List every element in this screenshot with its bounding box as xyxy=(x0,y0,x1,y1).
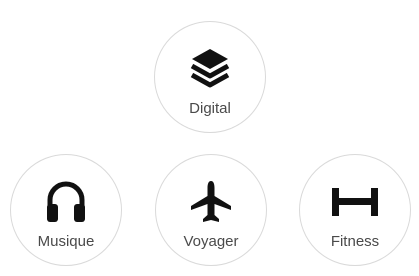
category-voyager[interactable]: Voyager xyxy=(155,154,267,266)
airplane-icon xyxy=(186,177,236,227)
category-digital[interactable]: Digital xyxy=(154,21,266,133)
category-label: Voyager xyxy=(183,233,239,250)
headphones-icon xyxy=(41,177,91,227)
category-label: Fitness xyxy=(330,233,380,250)
category-label: Musique xyxy=(37,233,95,250)
category-musique[interactable]: Musique xyxy=(10,154,122,266)
dumbbell-icon xyxy=(330,177,380,227)
category-label: Digital xyxy=(189,100,231,117)
category-fitness[interactable]: Fitness xyxy=(299,154,411,266)
layers-icon xyxy=(185,44,235,94)
